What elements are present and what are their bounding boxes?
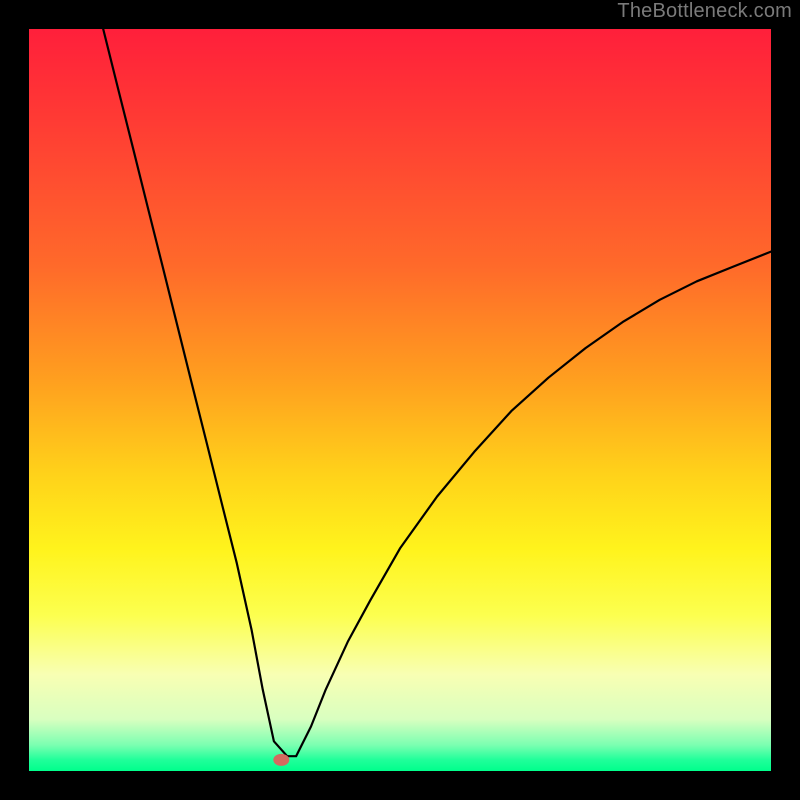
bottleneck-curve-path	[103, 29, 771, 756]
optimum-marker	[273, 754, 289, 766]
attribution-label: TheBottleneck.com	[617, 0, 792, 23]
plot-area	[29, 29, 771, 771]
chart-frame: TheBottleneck.com	[0, 0, 800, 800]
bottleneck-curve-svg	[29, 29, 771, 771]
